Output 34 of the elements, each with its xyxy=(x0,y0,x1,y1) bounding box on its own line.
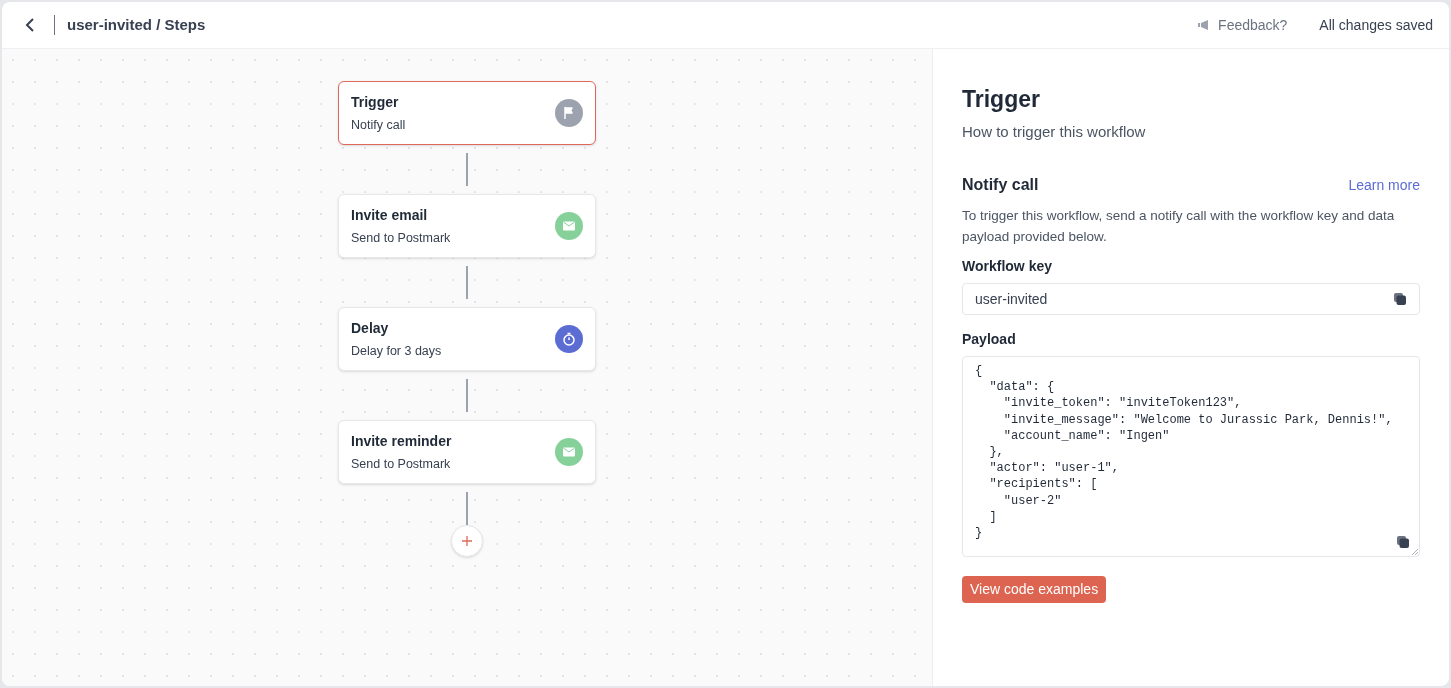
megaphone-icon xyxy=(1197,19,1211,31)
step-title: Delay xyxy=(351,318,390,338)
feedback-button[interactable]: Feedback? xyxy=(1197,14,1288,36)
envelope-icon xyxy=(555,212,583,240)
copy-icon[interactable] xyxy=(1393,292,1407,306)
flag-icon xyxy=(555,99,583,127)
step-title: Invite reminder xyxy=(351,431,452,451)
step-card[interactable]: Delay Delay for 3 days xyxy=(338,307,596,371)
step-card[interactable]: Invite reminder Send to Postmark xyxy=(338,420,596,484)
step-card[interactable]: Invite email Send to Postmark xyxy=(338,194,596,258)
description: To trigger this workflow, send a notify call with the workflow key and data payload provided below. xyxy=(962,207,1396,246)
field-label: Payload xyxy=(962,330,1017,349)
step-subtitle: Notify call xyxy=(351,116,406,134)
step-title: Invite email xyxy=(351,205,429,225)
step-subtitle: Send to Postmark xyxy=(351,455,452,473)
step-title: Trigger xyxy=(351,92,400,112)
field-label: Workflow key xyxy=(962,257,1053,276)
workflow-key-field[interactable]: user-invited xyxy=(962,283,1420,315)
panel-subtitle: How to trigger this workflow xyxy=(962,121,1147,142)
learn-more-link[interactable]: Learn more xyxy=(1348,174,1420,196)
plus-icon xyxy=(461,535,473,547)
resize-handle-icon[interactable] xyxy=(1412,549,1418,555)
section-title: Notify call xyxy=(962,175,1039,195)
step-card[interactable]: Trigger Notify call xyxy=(338,81,596,145)
save-status: All changes saved xyxy=(1319,15,1433,35)
copy-icon[interactable] xyxy=(1396,535,1410,549)
breadcrumb: user-invited / Steps xyxy=(67,14,206,35)
step-subtitle: Delay for 3 days xyxy=(351,342,442,360)
stopwatch-icon xyxy=(555,325,583,353)
chevron-left-icon xyxy=(24,17,36,33)
step-subtitle: Send to Postmark xyxy=(351,229,451,247)
panel-title: Trigger xyxy=(962,85,1041,114)
payload-field[interactable]: { "data": { "invite_token": "inviteToken123", "invite_message": "Welcome to Jurassic Park, Dennis!", "account_name": "Ingen" }, "actor": "user-1", "recipients": [ "user-2" ] } xyxy=(962,356,1420,557)
envelope-icon xyxy=(555,438,583,466)
